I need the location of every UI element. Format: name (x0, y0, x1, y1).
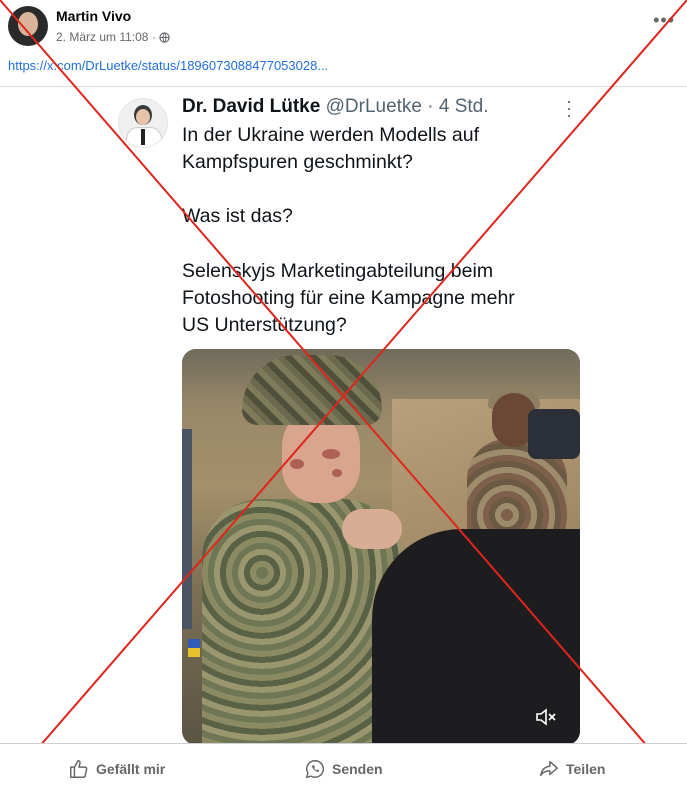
share-button[interactable]: Teilen (538, 744, 605, 793)
more-options-icon[interactable]: ••• (653, 10, 675, 31)
tweet-photo (182, 349, 580, 745)
whatsapp-icon (305, 759, 325, 778)
mute-icon (534, 707, 558, 727)
tweet-line: Was ist das? (182, 205, 293, 227)
tweet-line: Fotoshooting für eine Kampagne mehr (182, 287, 515, 309)
tweet-line: In der Ukraine werden Modells auf (182, 124, 479, 146)
tweet-more-icon: · · · (566, 91, 572, 125)
globe-icon (159, 31, 170, 43)
share-arrow-icon (540, 760, 558, 776)
tweet-author-name: Dr. David Lütke (182, 96, 321, 117)
post-header: Martin Vivo 2. März um 11:08 · ••• https… (0, 0, 687, 86)
tweet-line: Selenskyjs Marketingabteilung beim (182, 260, 494, 282)
tweet-line: US Unterstützung? (182, 314, 347, 336)
post-date[interactable]: 2. März um 11:08 · (56, 30, 156, 44)
tweet-handle: @DrLuetke · 4 Std. (325, 96, 489, 117)
ukraine-flag-patch (188, 639, 200, 657)
tweet-line: Kampfspuren geschminkt? (182, 151, 413, 173)
send-button[interactable]: Senden (304, 744, 383, 793)
tweet-author-avatar (118, 98, 168, 148)
post-link[interactable]: https://x.com/DrLuetke/status/1896073088… (8, 58, 328, 73)
tweet-header: Dr. David Lütke @DrLuetke · 4 Std. (182, 96, 489, 118)
author-name[interactable]: Martin Vivo (56, 8, 131, 24)
like-button[interactable]: Gefällt mir (68, 744, 165, 793)
like-label: Gefällt mir (96, 760, 166, 777)
thumbs-up-icon (70, 759, 88, 778)
post-actions: Gefällt mir Senden Teilen (0, 743, 687, 793)
send-label: Senden (332, 760, 383, 777)
share-label: Teilen (566, 760, 606, 777)
post-meta: 2. März um 11:08 · (56, 30, 170, 44)
author-avatar[interactable] (8, 6, 48, 46)
